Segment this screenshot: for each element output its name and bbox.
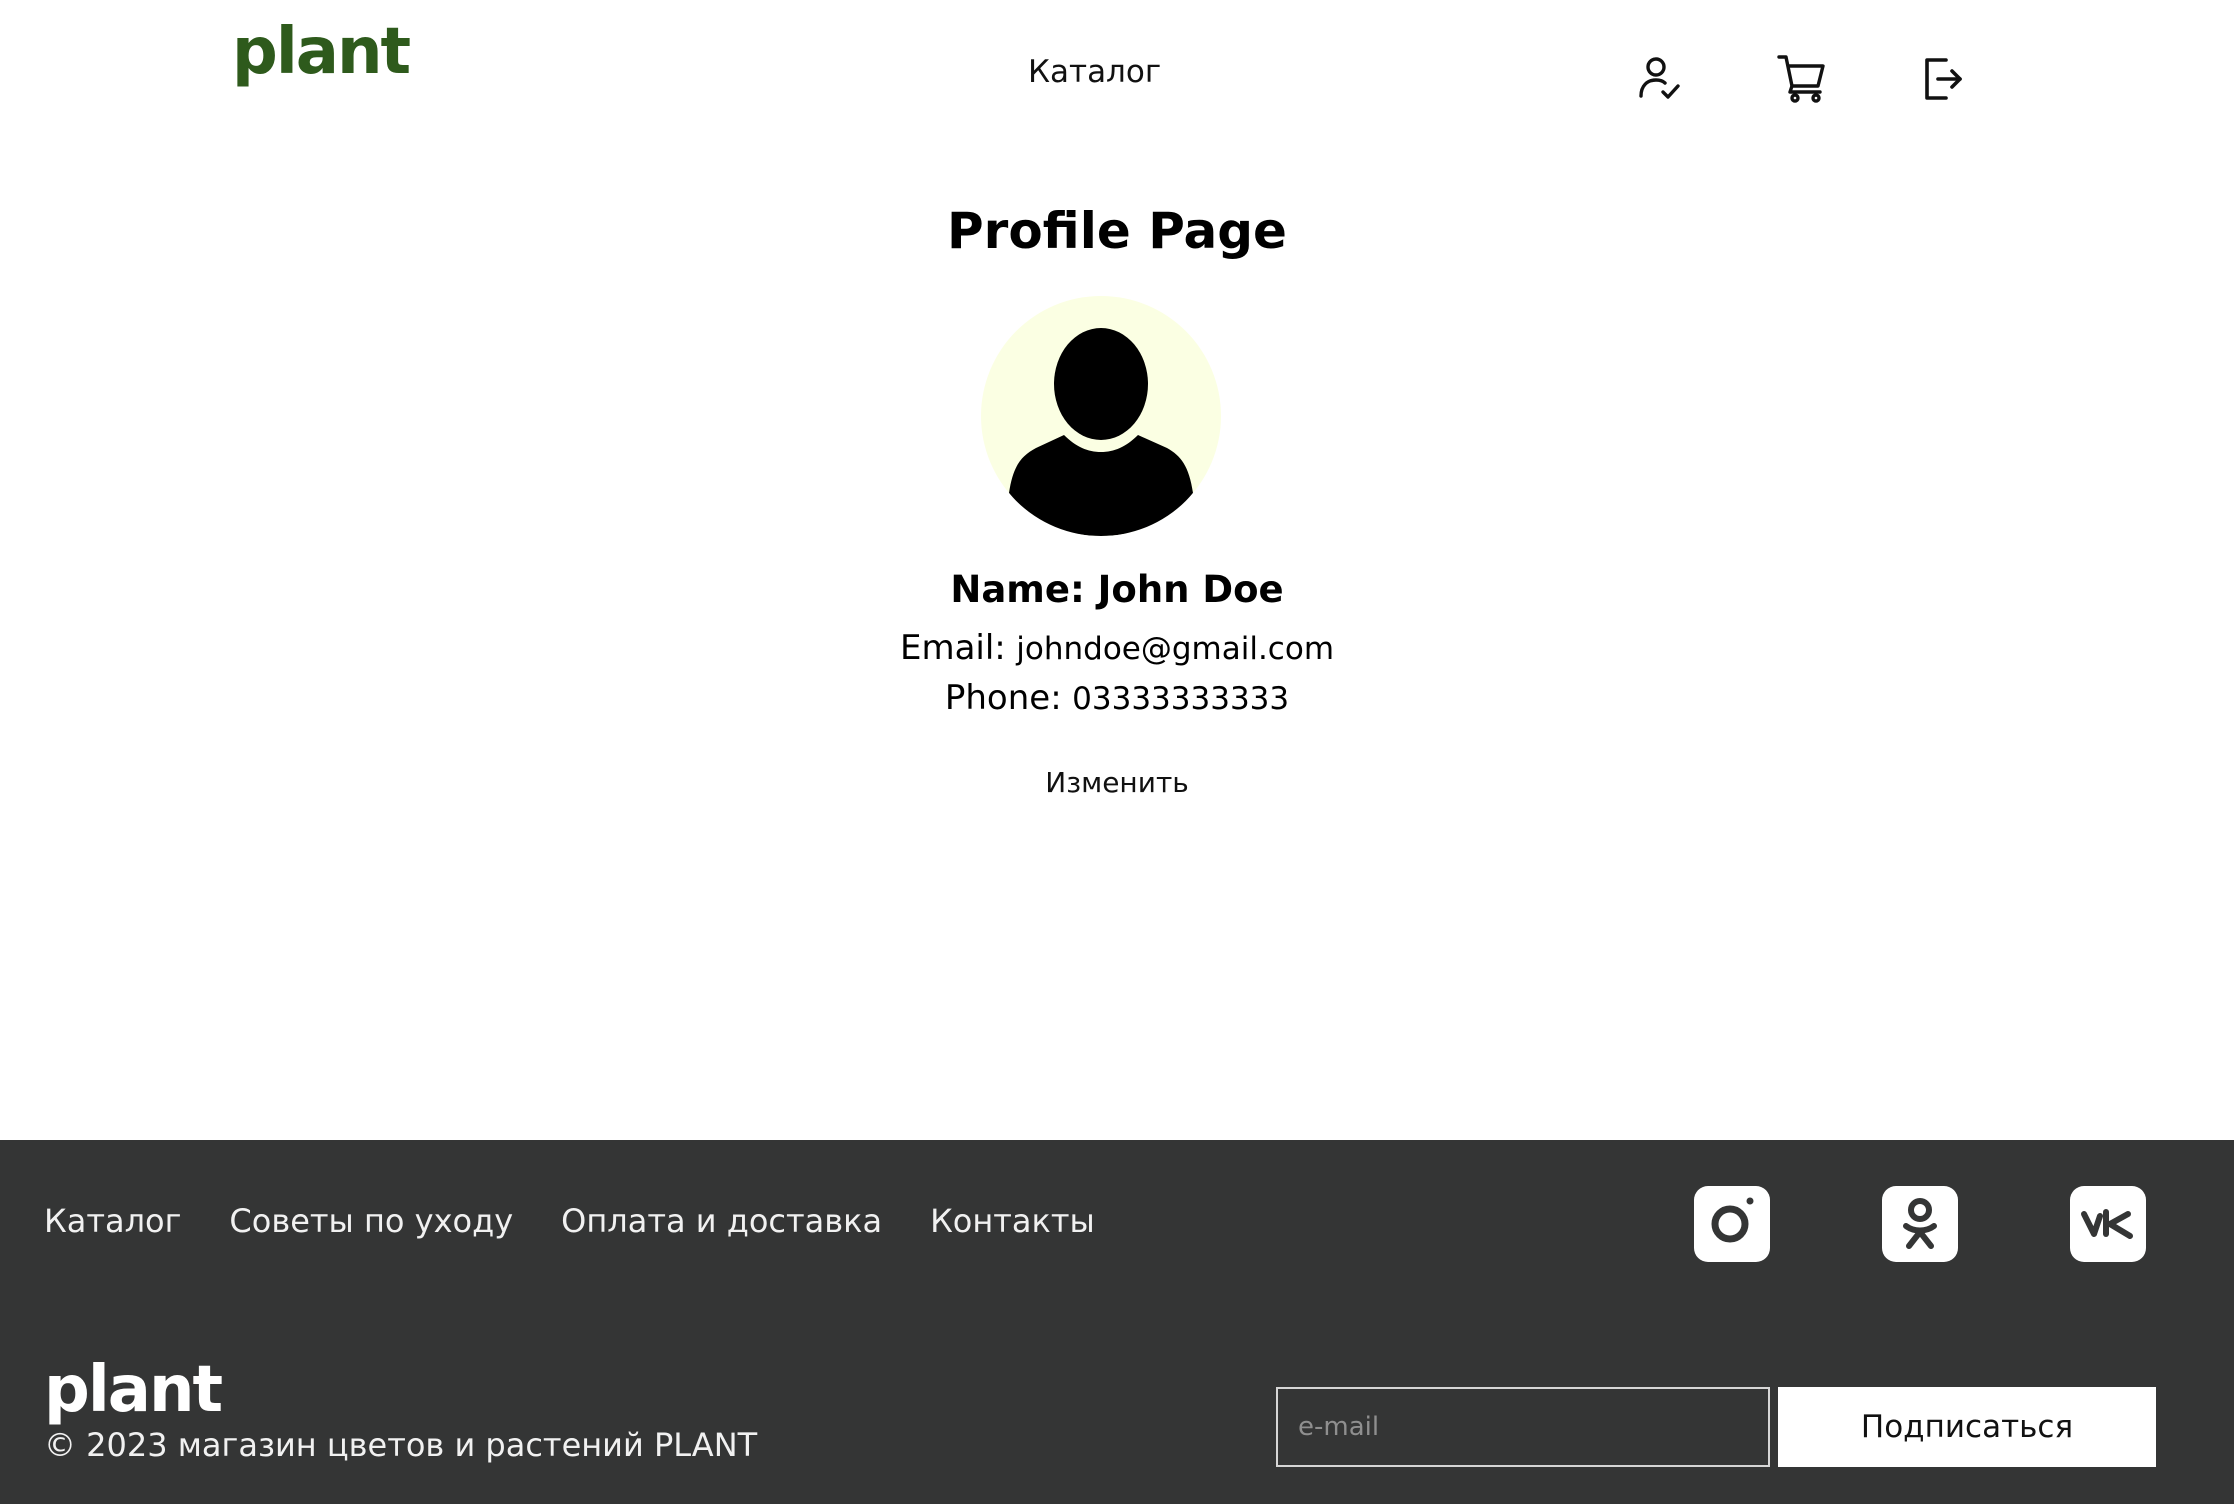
email-label: Email: bbox=[899, 628, 1006, 668]
header-logo[interactable]: plant bbox=[232, 20, 411, 84]
page-title: Profile Page bbox=[947, 202, 1287, 260]
site-header: plant Каталог bbox=[0, 0, 2234, 150]
profile-email: Email: johndoe@gmail.com bbox=[0, 628, 2234, 668]
footer-link-payment-delivery[interactable]: Оплата и доставка bbox=[561, 1202, 882, 1240]
site-footer: Каталог Советы по уходу Оплата и доставк… bbox=[0, 1140, 2234, 1504]
footer-nav: Каталог Советы по уходу Оплата и доставк… bbox=[44, 1202, 1095, 1240]
phone-value: 03333333333 bbox=[1072, 681, 1290, 717]
subscribe-button[interactable]: Подписаться bbox=[1778, 1387, 2156, 1467]
profile-section: Profile Page Name: John Doe Email: johnd… bbox=[0, 150, 2234, 1140]
odnoklassniki-icon[interactable] bbox=[1882, 1186, 1958, 1262]
cart-icon[interactable] bbox=[1776, 52, 1828, 104]
user-silhouette-icon bbox=[1009, 328, 1193, 536]
nav-catalog-link[interactable]: Каталог bbox=[1028, 54, 1161, 90]
instagram-icon[interactable] bbox=[1694, 1186, 1770, 1262]
profile-phone: Phone: 03333333333 bbox=[0, 678, 2234, 718]
profile-check-icon[interactable] bbox=[1634, 52, 1686, 104]
footer-link-catalog[interactable]: Каталог bbox=[44, 1202, 181, 1240]
footer-link-contacts[interactable]: Контакты bbox=[930, 1202, 1095, 1240]
edit-profile-button[interactable]: Изменить bbox=[1017, 766, 1217, 799]
footer-logo[interactable]: plant bbox=[44, 1358, 223, 1422]
logout-icon[interactable] bbox=[1918, 52, 1970, 104]
newsletter-email-input[interactable] bbox=[1276, 1387, 1770, 1467]
footer-link-care-tips[interactable]: Советы по уходу bbox=[229, 1202, 513, 1240]
vk-icon[interactable] bbox=[2070, 1186, 2146, 1262]
footer-copyright: © 2023 магазин цветов и растений PLANT bbox=[44, 1426, 758, 1464]
avatar bbox=[981, 296, 1221, 536]
profile-name: Name: John Doe bbox=[950, 568, 1284, 611]
phone-label: Phone: bbox=[944, 678, 1062, 718]
email-value: johndoe@gmail.com bbox=[1016, 631, 1335, 667]
